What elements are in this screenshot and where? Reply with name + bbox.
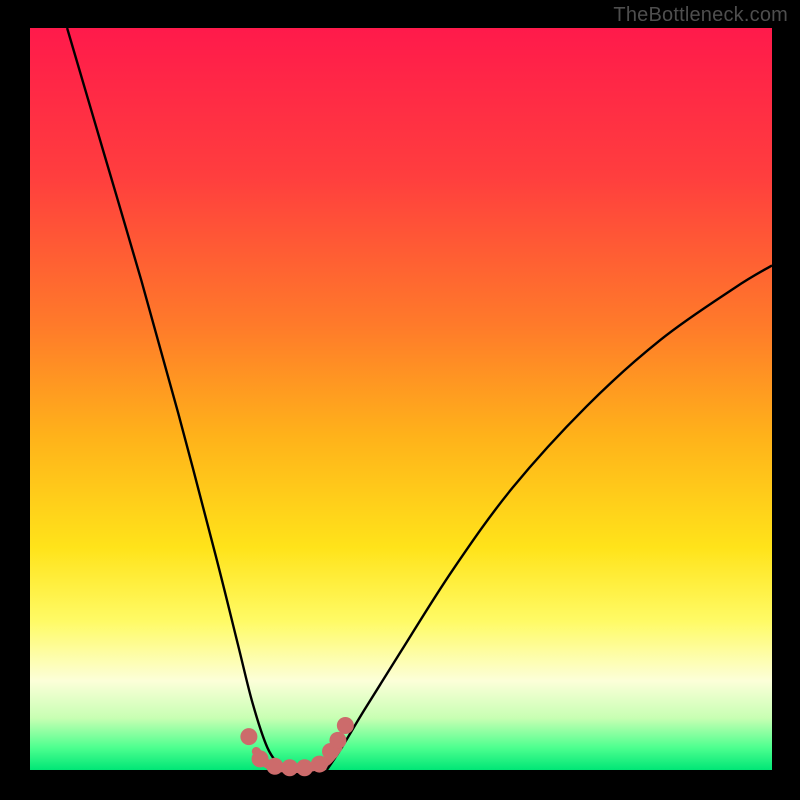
floor-marker: [337, 717, 354, 734]
watermark-text: TheBottleneck.com: [613, 4, 788, 27]
floor-marker: [240, 728, 257, 745]
chart-stage: TheBottleneck.com: [0, 0, 800, 800]
floor-marker: [281, 759, 298, 776]
plot-background: [30, 28, 772, 770]
floor-marker: [296, 759, 313, 776]
floor-marker: [329, 732, 346, 749]
floor-marker: [266, 758, 283, 775]
floor-marker: [252, 750, 269, 767]
bottleneck-chart: [0, 0, 800, 800]
